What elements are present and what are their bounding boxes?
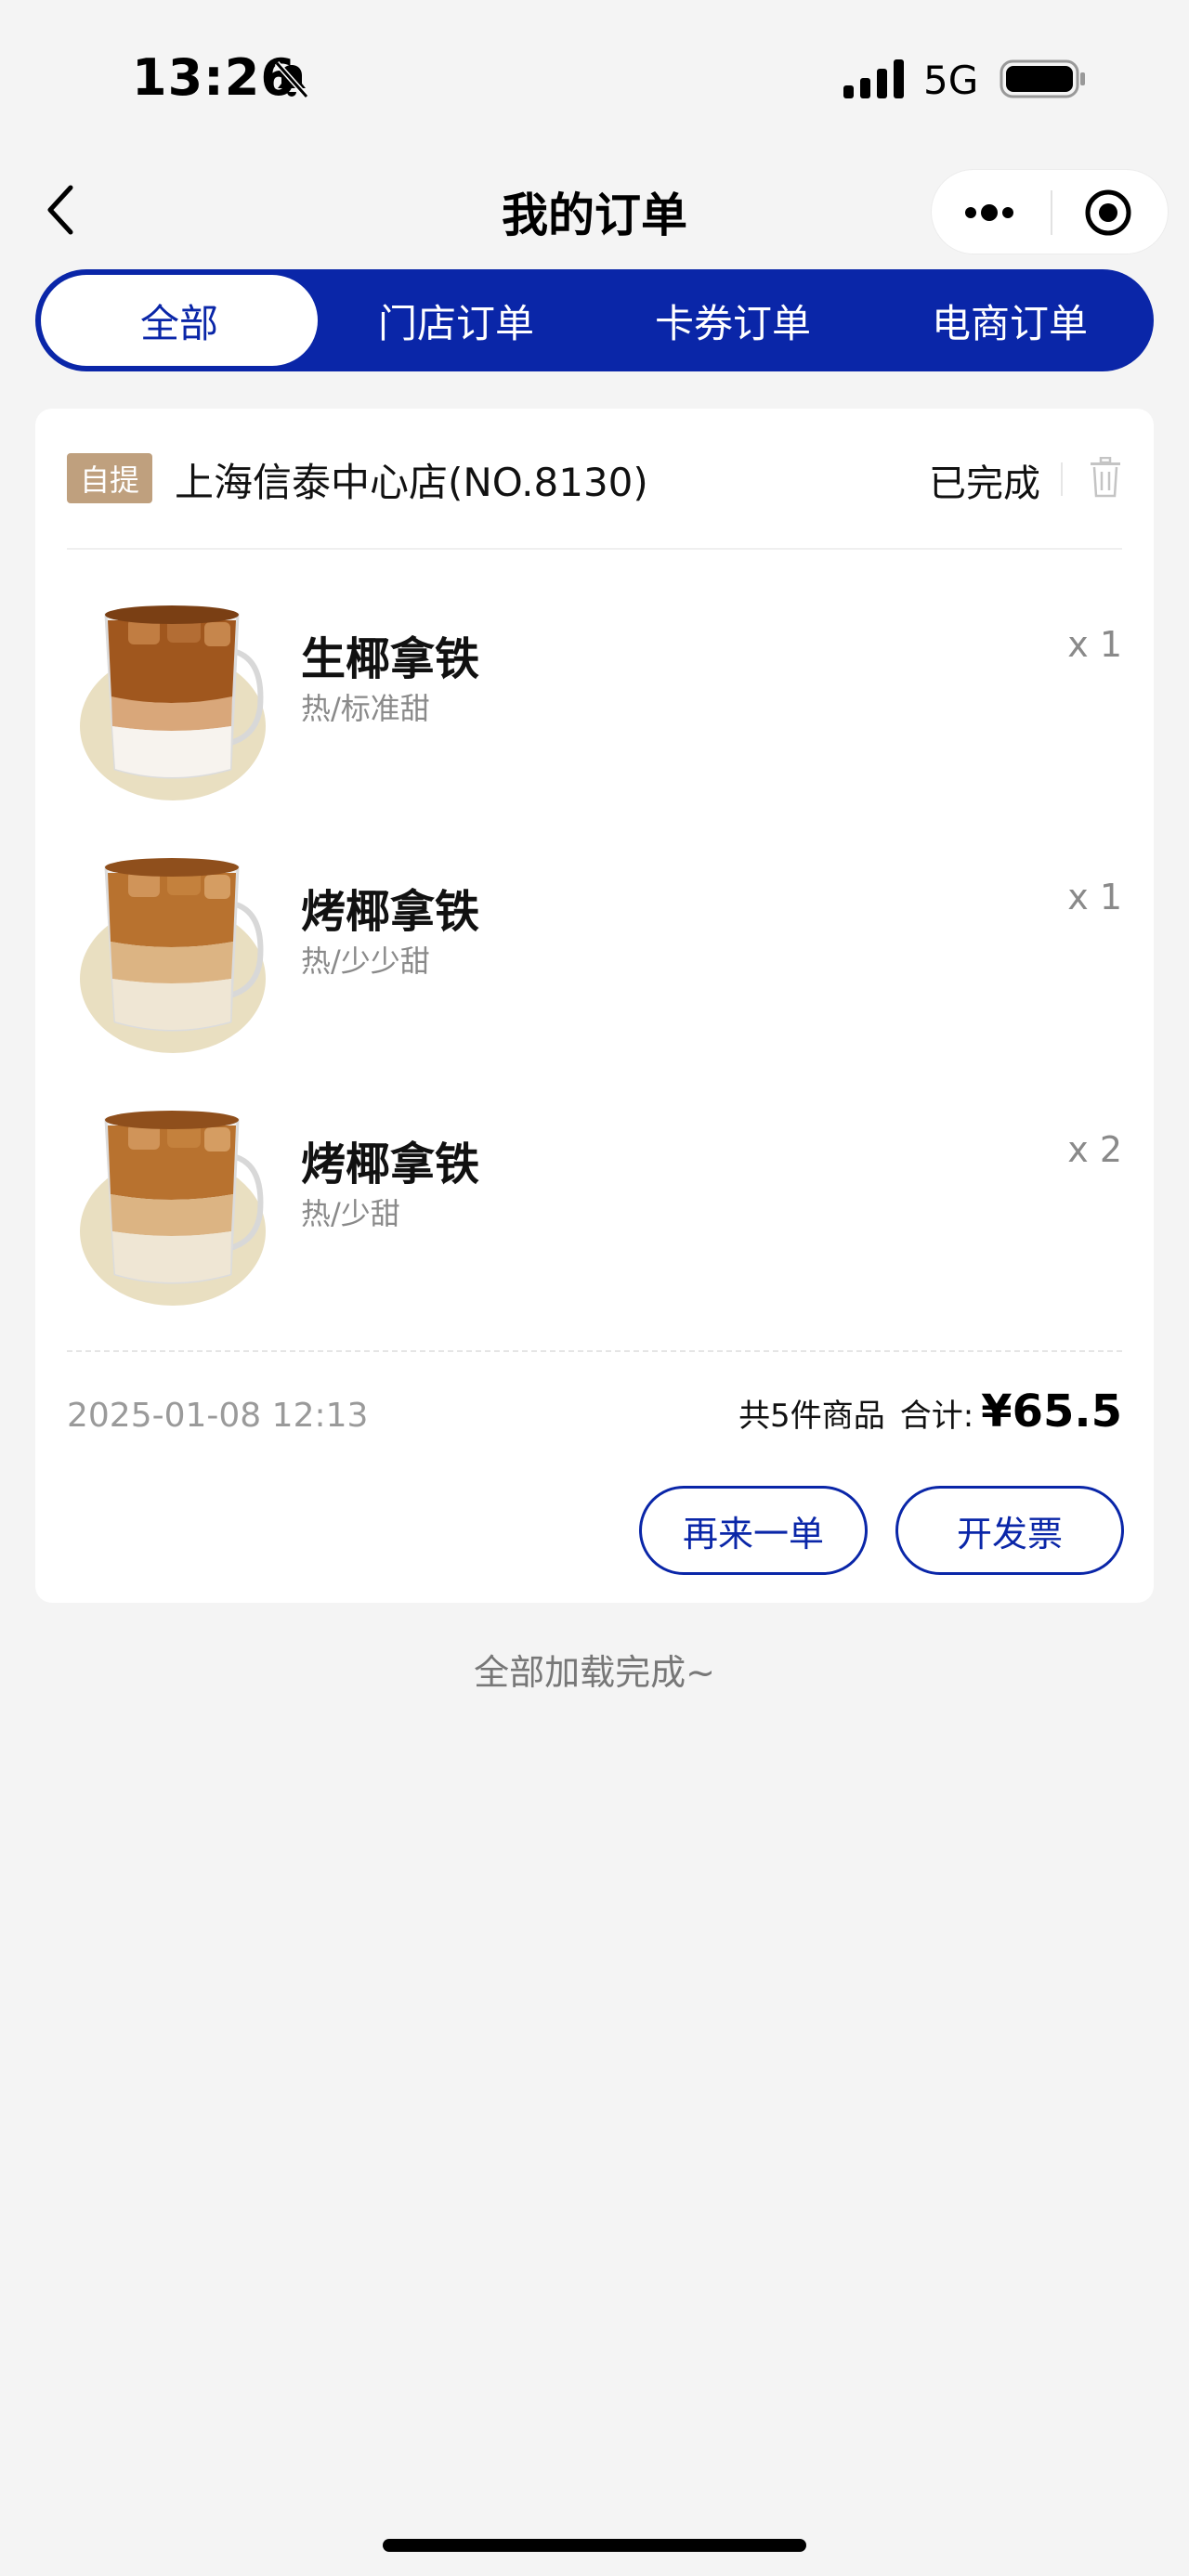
more-icon[interactable] (961, 196, 1017, 229)
trash-icon[interactable] (1089, 457, 1122, 498)
store-name: 上海信泰中心店(NO.8130) (175, 460, 648, 505)
reorder-button[interactable]: 再来一单 (639, 1486, 868, 1575)
status-bar: 13:26 5G (0, 0, 1189, 158)
item-spec: 热/标准甜 (301, 691, 430, 726)
item-qty: x 2 (1067, 1129, 1122, 1170)
network-label: 5G (923, 58, 979, 103)
item-qty: x 1 (1067, 624, 1122, 665)
order-status: 已完成 (929, 462, 1040, 505)
order-summary: 共5件商品 合计: ¥65.5 (738, 1386, 1122, 1438)
roasted-coconut-latte-image (80, 858, 266, 1053)
order-tabs: 全部 门店订单 卡券订单 电商订单 (35, 269, 1154, 371)
header-divider (1061, 462, 1063, 496)
order-card[interactable]: 自提 上海信泰中心店(NO.8130) 已完成 生椰拿铁 热/标准甜 x 1 烤… (35, 409, 1154, 1603)
signal-icon (843, 59, 904, 98)
nav-bar: 我的订单 (0, 158, 1189, 262)
item-name: 烤椰拿铁 (301, 886, 480, 938)
item-name: 生椰拿铁 (301, 633, 480, 685)
close-target-icon[interactable] (1084, 189, 1132, 237)
total-label: 合计: (899, 1398, 974, 1435)
roasted-coconut-latte-image (80, 1111, 266, 1306)
order-item: 生椰拿铁 热/标准甜 x 1 (35, 550, 1154, 800)
tab-ecommerce-orders[interactable]: 电商订单 (871, 275, 1148, 366)
item-spec: 热/少少甜 (301, 943, 430, 979)
coconut-latte-image (80, 605, 266, 800)
summary-divider (67, 1350, 1122, 1352)
item-count: 共5件商品 (738, 1398, 885, 1435)
invoice-button[interactable]: 开发票 (895, 1486, 1124, 1575)
mini-program-capsule (931, 169, 1169, 254)
item-name: 烤椰拿铁 (301, 1138, 480, 1190)
tab-store-orders[interactable]: 门店订单 (318, 275, 594, 366)
item-spec: 热/少甜 (301, 1196, 400, 1231)
home-indicator[interactable] (383, 2539, 806, 2552)
order-time: 2025-01-08 12:13 (67, 1397, 369, 1435)
bell-muted-icon (274, 61, 309, 98)
order-item: 烤椰拿铁 热/少少甜 x 1 (35, 802, 1154, 1053)
load-complete-text: 全部加载完成~ (474, 1652, 715, 1693)
tab-voucher-orders[interactable]: 卡券订单 (594, 275, 871, 366)
order-item: 烤椰拿铁 热/少甜 x 2 (35, 1055, 1154, 1306)
pickup-badge: 自提 (67, 453, 152, 503)
item-qty: x 1 (1067, 877, 1122, 917)
capsule-divider (1051, 190, 1052, 235)
total-value: ¥65.5 (981, 1386, 1122, 1438)
tab-all[interactable]: 全部 (41, 275, 318, 366)
order-header: 自提 上海信泰中心店(NO.8130) 已完成 (35, 409, 1154, 548)
battery-icon (1000, 59, 1085, 98)
